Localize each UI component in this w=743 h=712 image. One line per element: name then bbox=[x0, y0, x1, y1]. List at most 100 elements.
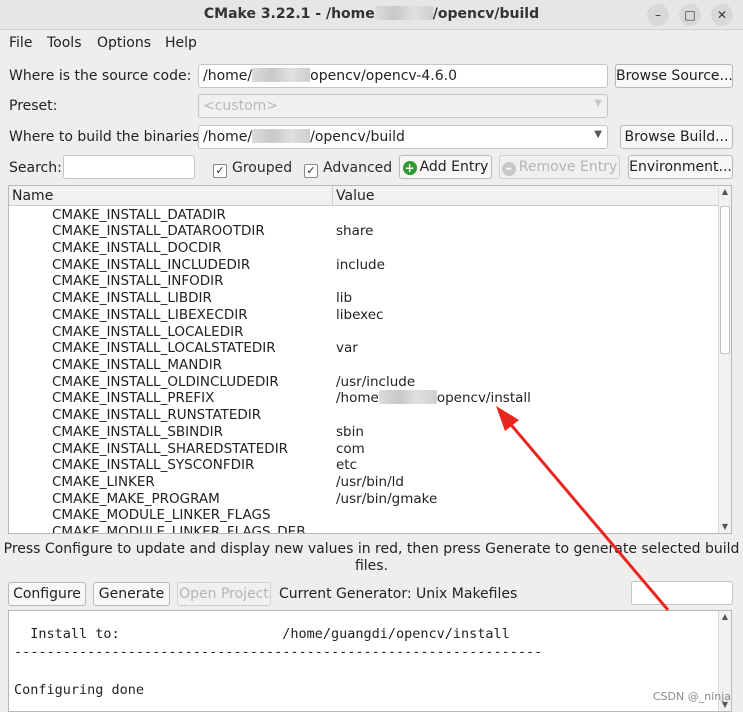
value-column-header[interactable]: Value bbox=[336, 188, 374, 204]
status-hint: Press Configure to update and display ne… bbox=[3, 541, 740, 574]
table-row[interactable]: CMAKE_INSTALL_DATADIR bbox=[9, 207, 719, 224]
entry-name: CMAKE_MAKE_PROGRAM bbox=[52, 490, 220, 507]
entry-name: CMAKE_INSTALL_DATADIR bbox=[52, 206, 226, 223]
entry-name: CMAKE_INSTALL_LOCALEDIR bbox=[52, 323, 244, 340]
entry-value[interactable]: com bbox=[336, 441, 365, 457]
source-input[interactable]: /home/opencv/opencv-4.6.0 bbox=[198, 64, 608, 88]
checkmark-icon: ✓ bbox=[213, 164, 227, 178]
entry-name: CMAKE_MODULE_LINKER_FLAGS_DEB bbox=[52, 524, 306, 534]
advanced-checkbox[interactable]: ✓ Advanced bbox=[304, 160, 392, 178]
chevron-down-icon: ▼ bbox=[594, 98, 602, 109]
table-row[interactable]: CMAKE_INSTALL_MANDIR bbox=[9, 357, 719, 374]
entry-name: CMAKE_INSTALL_DOCDIR bbox=[52, 239, 222, 256]
table-row[interactable]: CMAKE_INSTALL_LIBEXECDIR libexec bbox=[9, 307, 719, 324]
table-row[interactable]: CMAKE_INSTALL_LOCALEDIR bbox=[9, 324, 719, 341]
redacted-username bbox=[252, 129, 311, 143]
preset-label: Preset: bbox=[9, 98, 58, 114]
table-row[interactable]: CMAKE_INSTALL_OLDINCLUDEDIR/usr/include bbox=[9, 374, 719, 391]
entry-value[interactable]: /home opencv/install bbox=[336, 390, 531, 406]
open-project-button[interactable]: Open Project bbox=[177, 582, 271, 606]
table-row[interactable]: CMAKE_MAKE_PROGRAM/usr/bin/gmake bbox=[9, 491, 719, 508]
table-row[interactable]: CMAKE_INSTALL_DOCDIR bbox=[9, 240, 719, 257]
name-column-header[interactable]: Name bbox=[12, 188, 53, 204]
table-row[interactable]: CMAKE_LINKER/usr/bin/ld bbox=[9, 474, 719, 491]
entry-value[interactable]: var bbox=[336, 340, 358, 356]
table-row[interactable]: CMAKE_INSTALL_INFODIR bbox=[9, 273, 719, 290]
table-row[interactable]: CMAKE_MODULE_LINKER_FLAGS_DEB bbox=[9, 524, 719, 534]
entry-name: CMAKE_INSTALL_MANDIR bbox=[52, 356, 223, 373]
search-label: Search: bbox=[9, 160, 62, 176]
chevron-down-icon: ▼ bbox=[594, 129, 602, 140]
entry-name: CMAKE_LINKER bbox=[52, 474, 155, 491]
column-divider bbox=[332, 186, 333, 206]
redacted-username bbox=[252, 68, 311, 82]
table-row[interactable]: CMAKE_INSTALL_PREFIX/home opencv/install bbox=[9, 390, 719, 407]
scroll-up-icon[interactable]: ▲ bbox=[719, 612, 731, 621]
maximize-button[interactable]: □ bbox=[679, 4, 701, 26]
table-row[interactable]: CMAKE_MODULE_LINKER_FLAGS bbox=[9, 507, 719, 524]
minimize-button[interactable]: – bbox=[647, 4, 669, 26]
preset-combo[interactable]: <custom> ▼ bbox=[198, 94, 608, 118]
cache-table[interactable]: Name Value CMAKE_INSTALL_DATADIR CMAKE_IN… bbox=[8, 185, 732, 534]
plus-circle-icon: + bbox=[402, 161, 417, 175]
entry-value[interactable]: share bbox=[336, 223, 373, 239]
build-combo[interactable]: /home//opencv/build ▼ bbox=[198, 125, 608, 149]
table-row[interactable]: CMAKE_INSTALL_DATAROOTDIR share bbox=[9, 223, 719, 240]
table-row[interactable]: CMAKE_INSTALL_RUNSTATEDIR bbox=[9, 407, 719, 424]
entry-name: CMAKE_INSTALL_SHAREDSTATEDIR bbox=[52, 440, 289, 457]
table-row[interactable]: CMAKE_INSTALL_SBINDIR sbin bbox=[9, 424, 719, 441]
entry-name: CMAKE_INSTALL_LOCALSTATEDIR bbox=[52, 340, 276, 357]
menu-bar: File Tools Options Help bbox=[0, 31, 743, 55]
table-scrollbar[interactable]: ▲ ▼ bbox=[718, 186, 731, 533]
add-entry-button[interactable]: + Add Entry bbox=[399, 155, 492, 179]
table-row[interactable]: CMAKE_INSTALL_LIBDIR lib bbox=[9, 290, 719, 307]
generate-button[interactable]: Generate bbox=[93, 582, 170, 606]
entry-value[interactable]: lib bbox=[336, 290, 352, 306]
entry-name: CMAKE_INSTALL_DATAROOTDIR bbox=[52, 223, 265, 240]
environment-button[interactable]: Environment... bbox=[628, 155, 733, 179]
table-row[interactable]: CMAKE_INSTALL_INCLUDEDIR include bbox=[9, 257, 719, 274]
entry-name: CMAKE_INSTALL_LIBDIR bbox=[52, 290, 212, 307]
scroll-thumb[interactable] bbox=[720, 206, 730, 354]
entry-value[interactable]: include bbox=[336, 257, 385, 273]
log-line: Configuring done bbox=[14, 682, 145, 698]
browse-source-button[interactable]: Browse Source... bbox=[615, 64, 733, 88]
table-row[interactable]: CMAKE_INSTALL_LOCALSTATEDIR var bbox=[9, 340, 719, 357]
redacted-username bbox=[378, 390, 437, 405]
menu-file[interactable]: File bbox=[9, 35, 32, 51]
menu-help[interactable]: Help bbox=[165, 35, 197, 51]
entry-value[interactable]: /usr/include bbox=[336, 374, 415, 390]
close-button[interactable]: ✕ bbox=[711, 4, 733, 26]
output-log[interactable]: Install to: /home/guangdi/opencv/install… bbox=[8, 610, 732, 712]
configure-button[interactable]: Configure bbox=[8, 582, 86, 606]
menu-options[interactable]: Options bbox=[97, 35, 151, 51]
entry-name: CMAKE_MODULE_LINKER_FLAGS bbox=[52, 507, 271, 524]
redacted-username bbox=[374, 6, 433, 20]
entry-value[interactable]: etc bbox=[336, 457, 357, 473]
entry-name: CMAKE_INSTALL_RUNSTATEDIR bbox=[52, 407, 262, 424]
log-line: ----------------------------------------… bbox=[14, 644, 543, 660]
entry-name: CMAKE_INSTALL_INCLUDEDIR bbox=[52, 256, 251, 273]
entry-value[interactable]: libexec bbox=[336, 307, 383, 323]
output-search-input[interactable] bbox=[631, 581, 733, 605]
entry-name: CMAKE_INSTALL_PREFIX bbox=[52, 390, 215, 407]
source-label: Where is the source code: bbox=[9, 68, 192, 84]
browse-build-button[interactable]: Browse Build... bbox=[620, 125, 733, 149]
entry-value[interactable]: /usr/bin/ld bbox=[336, 474, 404, 490]
search-input[interactable] bbox=[63, 155, 195, 179]
entry-value[interactable]: sbin bbox=[336, 424, 364, 440]
menu-tools[interactable]: Tools bbox=[47, 35, 82, 51]
scroll-up-icon[interactable]: ▲ bbox=[719, 187, 731, 196]
entry-name: CMAKE_INSTALL_INFODIR bbox=[52, 273, 224, 290]
table-row[interactable]: CMAKE_INSTALL_SHAREDSTATEDIR com bbox=[9, 441, 719, 458]
watermark: CSDN @_ninja bbox=[652, 690, 731, 703]
minus-circle-icon: – bbox=[501, 162, 516, 176]
entry-name: CMAKE_INSTALL_SBINDIR bbox=[52, 423, 223, 440]
grouped-checkbox[interactable]: ✓ Grouped bbox=[213, 160, 292, 178]
scroll-down-icon[interactable]: ▼ bbox=[719, 522, 731, 531]
entry-value[interactable]: /usr/bin/gmake bbox=[336, 491, 437, 507]
entry-name: CMAKE_INSTALL_SYSCONFDIR bbox=[52, 457, 255, 474]
build-label: Where to build the binaries: bbox=[9, 129, 205, 145]
remove-entry-button[interactable]: – Remove Entry bbox=[499, 155, 620, 179]
table-row[interactable]: CMAKE_INSTALL_SYSCONFDIR etc bbox=[9, 457, 719, 474]
